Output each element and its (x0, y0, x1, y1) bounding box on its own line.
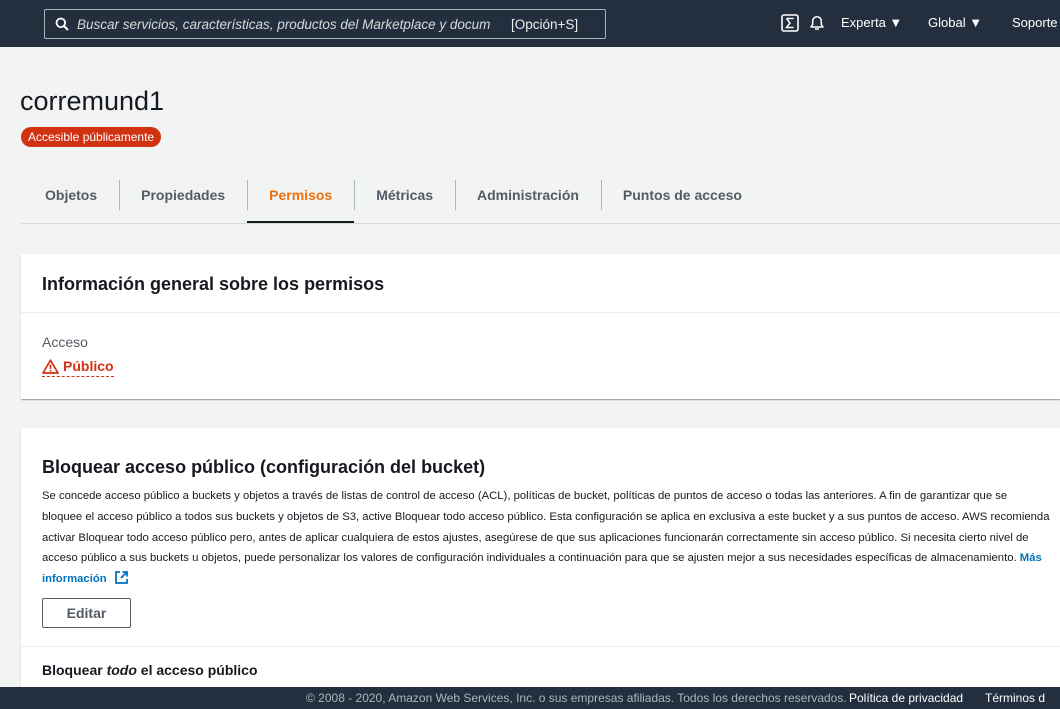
access-status-value[interactable]: Público (42, 358, 114, 377)
access-status-text: Público (63, 358, 114, 374)
search-icon (55, 17, 69, 31)
tab-properties[interactable]: Propiedades (119, 172, 247, 218)
edit-button[interactable]: Editar (42, 598, 131, 628)
cloudshell-icon[interactable] (781, 14, 799, 32)
tab-access-points[interactable]: Puntos de acceso (600, 172, 764, 218)
footer: © 2008 - 2020, Amazon Web Services, Inc.… (0, 687, 1060, 709)
block-public-access-title: Bloquear acceso público (configuración d… (42, 457, 486, 477)
search-placeholder: Buscar servicios, características, produ… (77, 16, 491, 32)
terms-link[interactable]: Términos d (985, 691, 1045, 705)
block-public-access-panel: Bloquear acceso público (configuración d… (21, 428, 1060, 688)
tab-metrics[interactable]: Métricas (354, 172, 455, 218)
tab-objects[interactable]: Objetos (23, 172, 119, 218)
heading-prefix: Bloquear (42, 662, 107, 678)
tabs-divider (21, 223, 1060, 224)
privacy-policy-link[interactable]: Política de privacidad (849, 691, 963, 705)
external-link-icon[interactable] (114, 570, 129, 585)
heading-suffix: el acceso público (136, 662, 258, 678)
heading-emphasis: todo (106, 662, 137, 678)
copyright-text: © 2008 - 2020, Amazon Web Services, Inc.… (306, 691, 847, 705)
permissions-overview-title: Información general sobre los permisos (21, 254, 1060, 313)
bucket-tabs: Objetos Propiedades Permisos Métricas Ad… (23, 172, 764, 224)
top-navigation-bar: Buscar servicios, características, produ… (0, 0, 1060, 47)
tab-permissions[interactable]: Permisos (247, 172, 355, 224)
bucket-name-title: corremund1 (20, 86, 165, 116)
search-shortcut-hint: [Opción+S] (511, 16, 579, 32)
notifications-bell-icon[interactable] (808, 14, 826, 32)
block-public-access-description: Se concede acceso público a buckets y ob… (42, 486, 1050, 590)
description-text: Se concede acceso público a buckets y ob… (42, 490, 1050, 565)
support-menu[interactable]: Soporte (1012, 15, 1058, 30)
tab-management[interactable]: Administración (455, 172, 601, 218)
block-all-public-access-heading: Bloquear todo el acceso público (42, 662, 258, 678)
warning-icon (42, 358, 59, 374)
search-input[interactable]: Buscar servicios, características, produ… (44, 9, 606, 39)
permissions-overview-panel: Información general sobre los permisos A… (21, 254, 1060, 399)
section-divider (21, 646, 1060, 647)
access-label: Acceso (42, 334, 88, 350)
experience-menu[interactable]: Experta ▼ (841, 15, 902, 30)
public-access-badge: Accesible públicamente (21, 127, 162, 147)
region-menu[interactable]: Global ▼ (928, 15, 982, 30)
